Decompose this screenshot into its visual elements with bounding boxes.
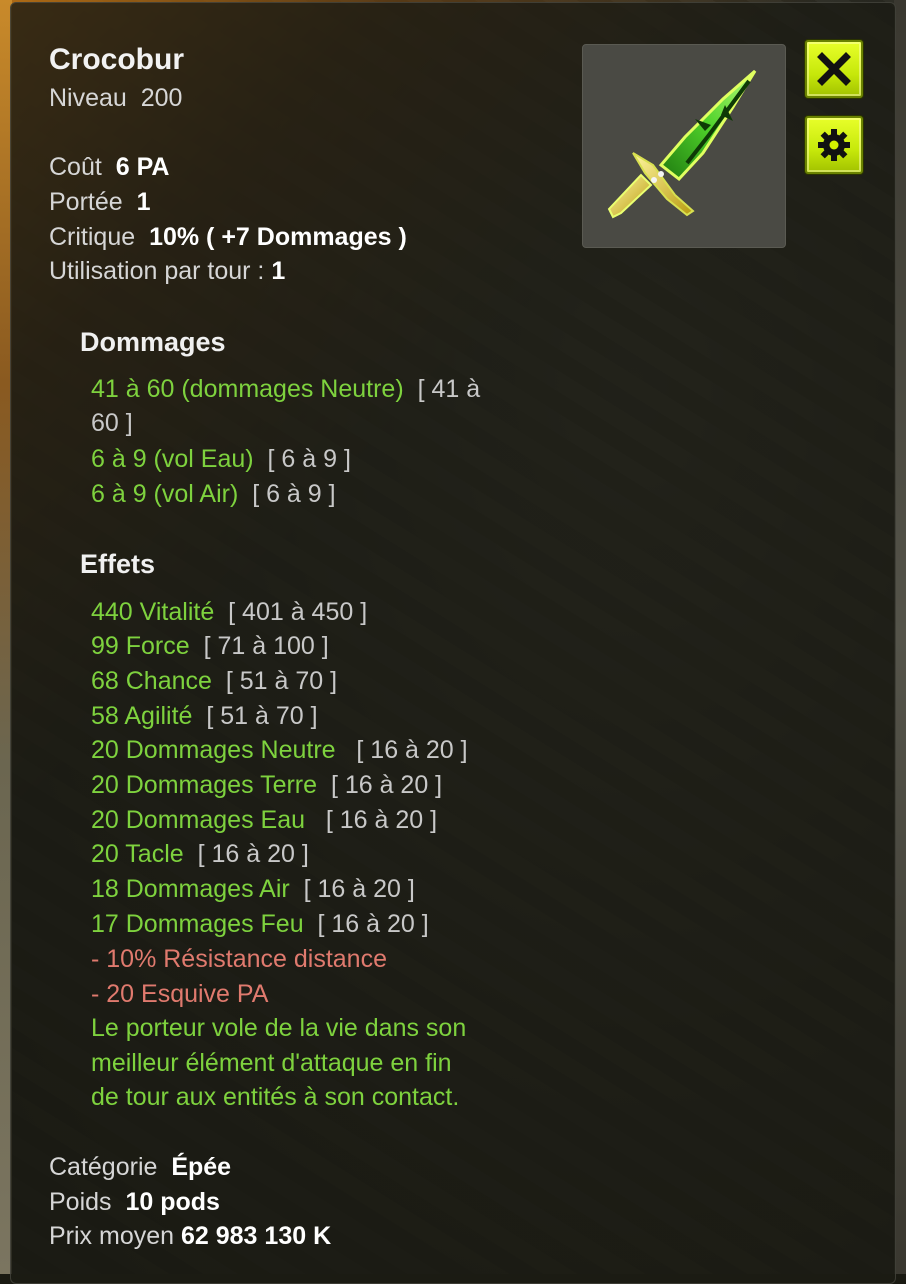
close-icon — [817, 52, 851, 86]
damage-line-continuation: 60 ] — [91, 409, 133, 437]
special-effect-line: Le porteur vole de la vie dans son — [91, 1014, 467, 1042]
uses-value: 1 — [271, 257, 286, 285]
critical-row: Critique 10% ( +7 Dommages ) — [49, 220, 407, 254]
effect-line: 440 Vitalité [ 401 à 450 ] — [91, 598, 368, 626]
settings-button[interactable] — [805, 116, 863, 174]
effect-line: 68 Chance [ 51 à 70 ] — [91, 667, 338, 695]
effect-line: 99 Force [ 71 à 100 ] — [91, 632, 329, 660]
special-effect-line: meilleur élément d'attaque en fin — [91, 1049, 452, 1077]
damage-line: 6 à 9 (vol Air) [ 6 à 9 ] — [91, 480, 336, 508]
effect-line: 20 Dommages Eau [ 16 à 20 ] — [91, 806, 438, 834]
cost-value: 6 PA — [115, 153, 170, 181]
weight-row: Poids 10 pods — [49, 1188, 220, 1216]
item-level: Niveau 200 — [49, 84, 183, 112]
effect-negative-line: - 10% Résistance distance — [91, 945, 387, 973]
critical-value: 10% ( +7 Dommages ) — [149, 223, 407, 251]
effect-line: 20 Tacle [ 16 à 20 ] — [91, 840, 309, 868]
effect-line: 20 Dommages Neutre [ 16 à 20 ] — [91, 736, 468, 764]
range-label: Portée — [49, 188, 123, 216]
effect-negative-line: - 20 Esquive PA — [91, 980, 269, 1008]
damage-line: 6 à 9 (vol Eau) [ 6 à 9 ] — [91, 445, 351, 473]
special-effect-line: de tour aux entités à son contact. — [91, 1083, 460, 1111]
effect-line: 58 Agilité [ 51 à 70 ] — [91, 702, 318, 730]
close-button[interactable] — [805, 40, 863, 98]
effect-line: 20 Dommages Terre [ 16 à 20 ] — [91, 771, 443, 799]
item-name: Crocobur — [49, 43, 184, 76]
uses-per-turn-row: Utilisation par tour : 1 — [49, 254, 285, 288]
cost-label: Coût — [49, 153, 102, 181]
range-row: Portée 1 — [49, 185, 150, 219]
effect-line: 17 Dommages Feu [ 16 à 20 ] — [91, 910, 429, 938]
effect-line: 18 Dommages Air [ 16 à 20 ] — [91, 875, 415, 903]
average-price-row: Prix moyen 62 983 130 K — [49, 1222, 332, 1250]
damage-line: 41 à 60 (dommages Neutre) [ 41 à — [91, 375, 481, 403]
green-sword-icon — [607, 69, 757, 219]
critical-label: Critique — [49, 223, 136, 251]
range-value: 1 — [136, 188, 151, 216]
gear-icon — [818, 129, 850, 161]
effects-section-title: Effets — [80, 549, 156, 579]
category-row: Catégorie Épée — [49, 1153, 232, 1181]
uses-label: Utilisation par tour : — [49, 257, 265, 285]
cost-row: Coût 6 PA — [49, 150, 169, 184]
damages-section-title: Dommages — [80, 327, 226, 357]
item-image-frame — [582, 44, 786, 248]
